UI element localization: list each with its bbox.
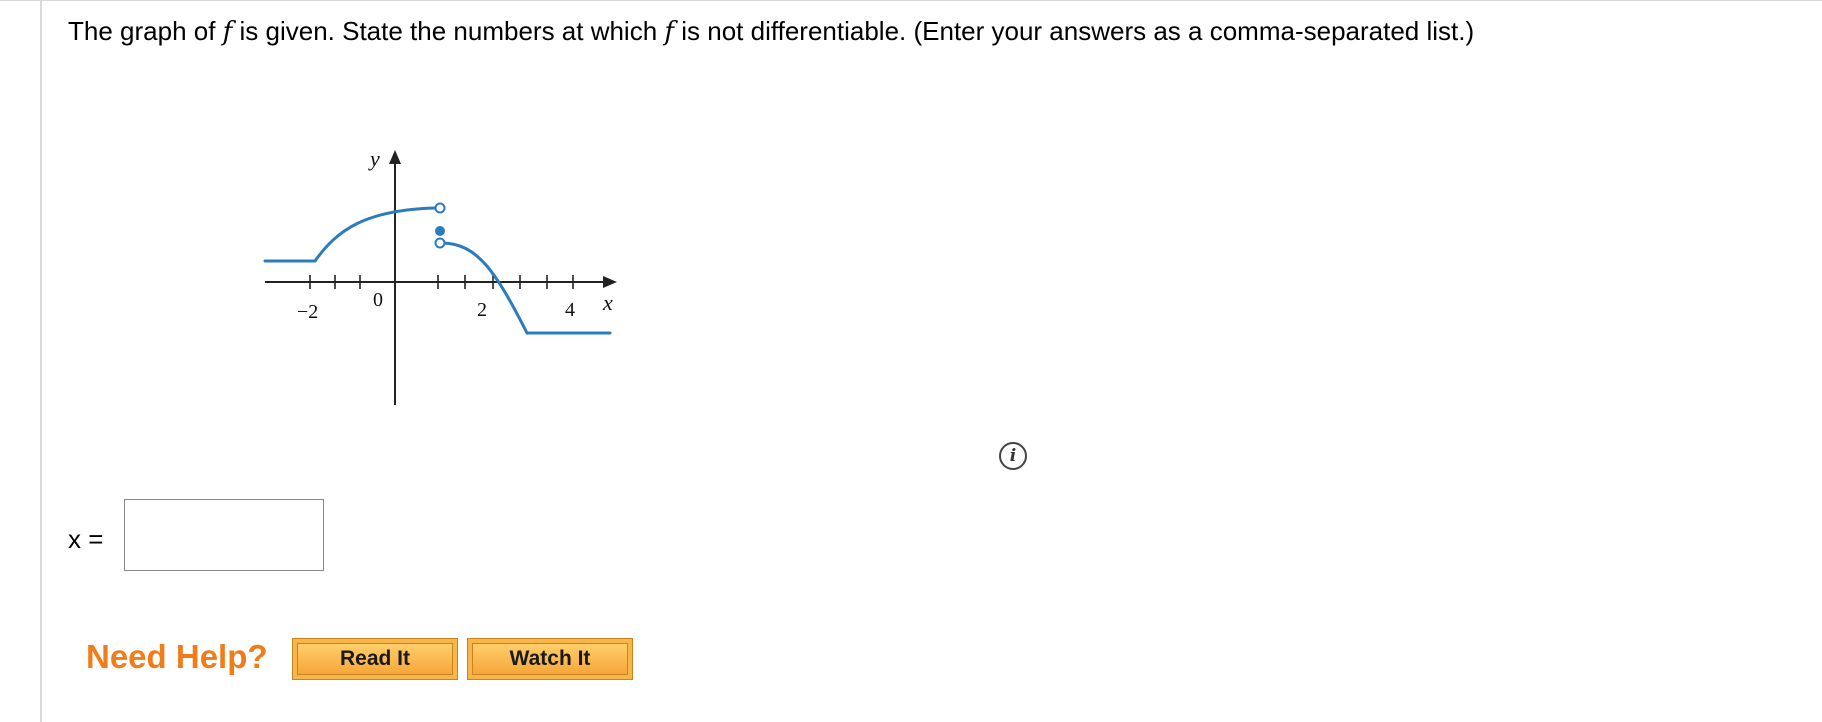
left-border: [40, 0, 42, 722]
read-it-button[interactable]: Read It: [292, 638, 458, 680]
y-axis-arrow: [389, 150, 401, 164]
watch-it-button[interactable]: Watch It: [467, 638, 633, 680]
closed-point: [435, 226, 445, 236]
curve-rising-arc: [313, 206, 437, 263]
info-icon[interactable]: i: [999, 442, 1027, 470]
x-axis-arrow: [603, 276, 617, 288]
tick-label-0: 0: [373, 289, 383, 311]
question-part-2: is given. State the numbers at which: [232, 16, 665, 46]
question-text: The graph of f is given. State the numbe…: [68, 14, 1474, 49]
question-part-3: is not differentiable. (Enter your answe…: [674, 16, 1475, 46]
answer-input[interactable]: [124, 499, 324, 571]
x-axis-label: x: [602, 290, 613, 315]
function-symbol: f: [664, 17, 675, 47]
question-part-1: The graph of: [68, 16, 223, 46]
tick-label-4: 4: [565, 299, 575, 321]
open-point-upper: [434, 202, 446, 214]
need-help-label: Need Help?: [86, 638, 268, 675]
info-icon-glyph: i: [1009, 446, 1017, 466]
function-symbol: f: [222, 17, 233, 47]
read-it-label: Read It: [297, 643, 453, 675]
answer-label: x =: [68, 524, 104, 554]
tick-label-2: 2: [477, 299, 487, 321]
y-axis-label: y: [368, 146, 380, 171]
tick-label-neg2: −2: [297, 301, 318, 323]
function-graph: y x −2 0 2 4: [255, 140, 635, 410]
top-border: [0, 0, 1822, 1]
open-point-lower: [434, 237, 446, 249]
watch-it-label: Watch It: [472, 643, 628, 675]
